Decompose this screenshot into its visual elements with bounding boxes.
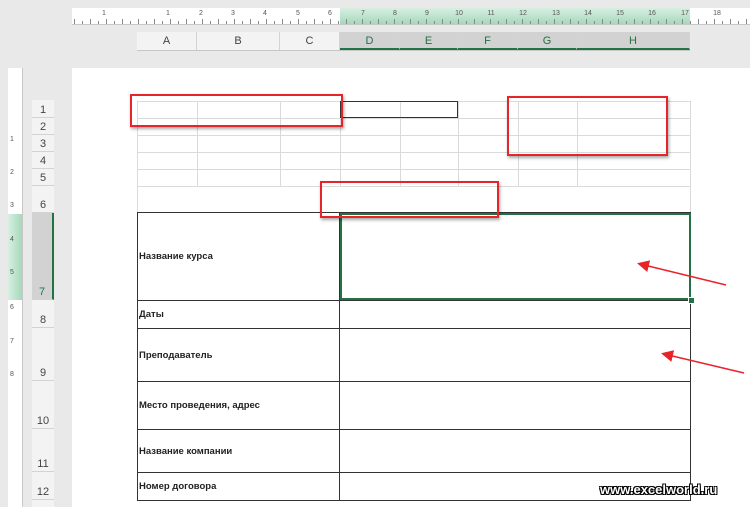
arrow-icon [661,350,745,374]
arrow-icon [637,260,727,286]
watermark: www.excelworld.ru [600,482,718,497]
annotation-arrows [637,260,745,374]
